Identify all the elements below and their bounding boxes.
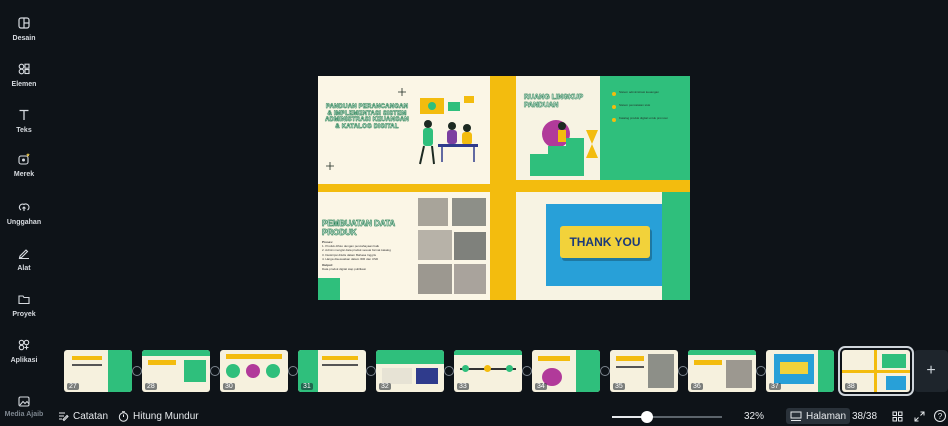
thumbnail-34[interactable]: 34 xyxy=(532,350,600,392)
layout-icon xyxy=(17,16,31,30)
page-number: 34 xyxy=(535,383,547,390)
brand-icon xyxy=(17,152,31,166)
product-photo xyxy=(418,198,448,226)
expand-icon xyxy=(914,411,925,421)
thumbnail-27[interactable]: 27 xyxy=(64,350,132,392)
sidebar-label: Proyek xyxy=(12,311,36,318)
thumbnail-30[interactable]: 30 xyxy=(220,350,288,392)
thumbnail-28[interactable]: 28 xyxy=(142,350,210,392)
sparkle-icon xyxy=(326,162,334,170)
page-number: 37 xyxy=(769,383,781,390)
zoom-slider-handle[interactable] xyxy=(641,411,653,423)
pages-label: Halaman xyxy=(806,410,847,422)
sidebar-item-elemen[interactable]: Elemen xyxy=(0,60,48,100)
product-photo xyxy=(418,264,452,294)
page-number: 33 xyxy=(457,383,469,390)
thumbnail-37[interactable]: 37 xyxy=(766,350,834,392)
bottom-toolbar: Catatan Hitung Mundur 32% Halaman 38/38 … xyxy=(0,406,948,426)
slide-grid: PANDUAN PERANCANGAN & IMPLEMENTASI SISTE… xyxy=(318,76,690,300)
slide-product-data[interactable]: PEMBUATAN DATA PRODUK Proses: 1. Produk … xyxy=(318,192,490,300)
product-photo xyxy=(454,264,486,294)
transition-button[interactable] xyxy=(600,366,610,376)
thumbnail-33[interactable]: 33 xyxy=(454,350,522,392)
product-photo xyxy=(452,198,486,226)
zoom-slider[interactable] xyxy=(612,411,722,423)
grid-icon xyxy=(892,411,903,421)
text-icon xyxy=(17,108,31,122)
thumbnail-38[interactable]: 38 xyxy=(838,346,914,396)
slide-1-title: PANDUAN PERANCANGAN & IMPLEMENTASI SISTE… xyxy=(325,104,409,130)
sidebar-label: Merek xyxy=(13,171,35,178)
product-photo xyxy=(418,230,452,260)
list-item: Sistem administrasi keuangan xyxy=(612,90,688,96)
add-page-button[interactable]: + xyxy=(914,350,948,392)
scope-list: Sistem administrasi keuangan Sistem penc… xyxy=(612,90,688,130)
sidebar-label: Elemen xyxy=(11,81,37,88)
grid-view-button[interactable] xyxy=(892,408,903,424)
slide-2-title: RUANG LINGKUP PANDUAN xyxy=(524,94,583,109)
transition-button[interactable] xyxy=(756,366,766,376)
sparkle-icon xyxy=(398,88,406,96)
page-number: 28 xyxy=(145,383,157,390)
sidebar-item-desain[interactable]: Desain xyxy=(0,14,48,54)
page-number: 31 xyxy=(301,383,313,390)
thumbnail-35[interactable]: 35 xyxy=(610,350,678,392)
sidebar-label: Alat xyxy=(17,265,31,272)
shapes-icon xyxy=(17,62,31,76)
illustration-meeting xyxy=(419,96,478,165)
timer-label: Hitung Mundur xyxy=(133,410,199,422)
page-number: 38 xyxy=(845,383,857,390)
page-number: 36 xyxy=(691,383,703,390)
slide-title[interactable]: PANDUAN PERANCANGAN & IMPLEMENTASI SISTE… xyxy=(318,76,490,184)
transition-button[interactable] xyxy=(132,366,142,376)
list-item: Katalog produk digital untuk promosi xyxy=(612,116,688,122)
thumbnail-36[interactable]: 36 xyxy=(688,350,756,392)
transition-button[interactable] xyxy=(678,366,688,376)
sidebar-item-teks[interactable]: Teks xyxy=(0,106,48,146)
timer-button[interactable]: Hitung Mundur xyxy=(118,408,199,424)
transition-button[interactable] xyxy=(522,366,532,376)
help-icon: ? xyxy=(934,410,946,422)
page-number: 30 xyxy=(223,383,235,390)
sidebar-item-alat[interactable]: Alat xyxy=(0,244,48,284)
page-thumbnail-strip: 27 28 30 31 32 33 34 35 36 37 38 + xyxy=(0,342,948,404)
slide-3-title: PEMBUATAN DATA PRODUK xyxy=(322,219,395,237)
page-number: 32 xyxy=(379,383,391,390)
thumbnail-31[interactable]: 31 xyxy=(298,350,366,392)
zoom-level[interactable]: 32% xyxy=(744,408,764,424)
thank-you-text: THANK YOU xyxy=(560,226,650,258)
transition-button[interactable] xyxy=(366,366,376,376)
thumbnail-32[interactable]: 32 xyxy=(376,350,444,392)
sidebar-item-unggahan[interactable]: Unggahan xyxy=(0,198,48,238)
transition-button[interactable] xyxy=(444,366,454,376)
notes-label: Catatan xyxy=(73,410,109,422)
pen-icon xyxy=(17,246,31,260)
timer-icon xyxy=(118,410,129,422)
page-number: 35 xyxy=(613,383,625,390)
sidebar-label: Unggahan xyxy=(6,219,42,226)
transition-button[interactable] xyxy=(210,366,220,376)
upload-icon xyxy=(17,200,31,214)
product-photo xyxy=(454,232,486,260)
sidebar-item-proyek[interactable]: Proyek xyxy=(0,290,48,330)
notes-button[interactable]: Catatan xyxy=(58,408,108,424)
slide-3-body: Proses: 1. Produk difoto dengan pencahay… xyxy=(322,240,391,272)
transition-button[interactable] xyxy=(288,366,298,376)
folder-icon xyxy=(17,292,31,306)
illustration-stairs xyxy=(530,120,598,176)
help-button[interactable]: ? xyxy=(934,408,946,424)
page-count: 38/38 xyxy=(852,410,878,422)
sidebar-item-merek[interactable]: Merek xyxy=(0,150,48,190)
pages-icon xyxy=(790,411,802,421)
fullscreen-button[interactable] xyxy=(914,408,925,424)
slide-thank-you[interactable]: THANK YOU xyxy=(516,192,690,300)
thank-you-image: THANK YOU xyxy=(546,204,662,286)
pages-view-button[interactable]: Halaman xyxy=(786,408,851,424)
notes-icon xyxy=(59,412,69,421)
slide-scope[interactable]: RUANG LINGKUP PANDUAN Sistem administras… xyxy=(516,76,690,180)
page-number: 27 xyxy=(67,383,79,390)
sidebar-label: Teks xyxy=(16,127,32,134)
sidebar-label: Desain xyxy=(12,35,36,42)
list-item: Sistem pencatatan stok xyxy=(612,103,688,109)
